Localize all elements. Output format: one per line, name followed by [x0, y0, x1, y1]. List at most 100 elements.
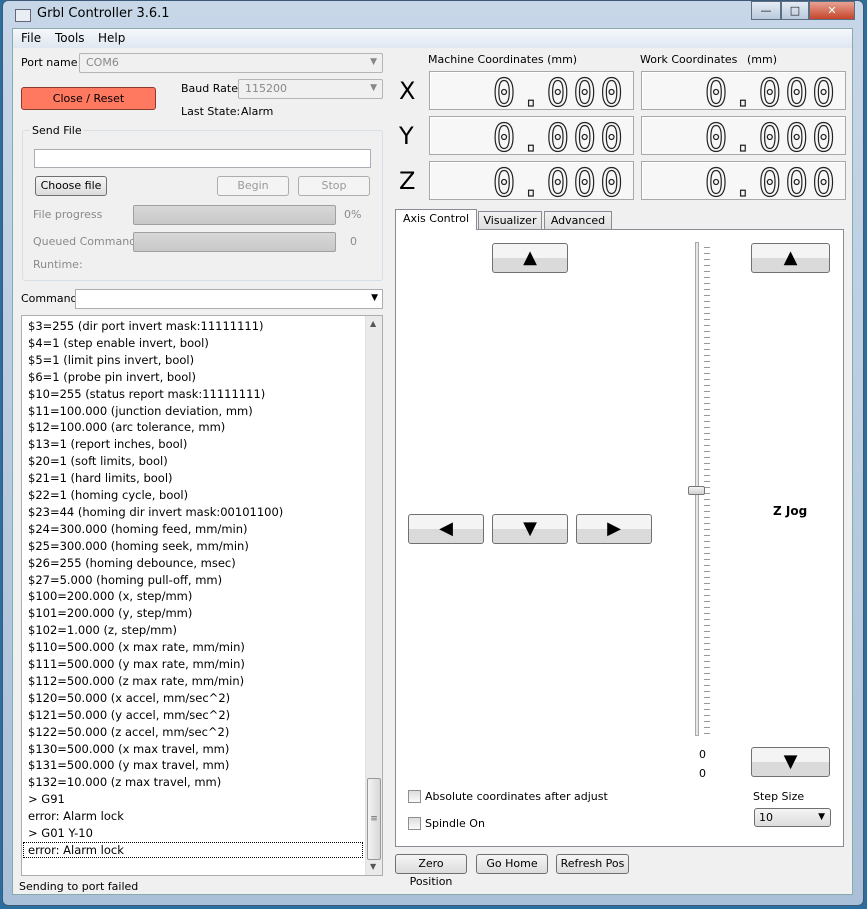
- console-line: $110=500.000 (x max rate, mm/min): [28, 640, 245, 655]
- console-line: $23=44 (homing dir invert mask:00101100): [28, 504, 284, 519]
- console-line: $5=1 (limit pins invert, bool): [28, 352, 195, 367]
- menu-tools[interactable]: Tools: [55, 31, 85, 45]
- jog-z-minus-button[interactable]: ▼: [751, 747, 830, 777]
- go-home-button[interactable]: Go Home: [476, 854, 548, 874]
- scroll-up-icon[interactable]: ▲: [370, 319, 376, 328]
- arrow-up-icon: ▲: [783, 247, 798, 268]
- minimize-button[interactable]: —: [751, 1, 781, 20]
- step-size-select[interactable]: 10 ▼: [754, 808, 831, 827]
- queued-commands-label: Queued Commands: [33, 235, 142, 248]
- work-coordinates-unit: (mm): [747, 53, 778, 66]
- console-output[interactable]: $3=255 (dir port invert mask:11111111) $4…: [21, 315, 383, 876]
- console-line: $6=1 (probe pin invert, bool): [28, 369, 196, 384]
- work-coordinate-value: 0.000: [704, 115, 839, 160]
- step-size-label: Step Size: [753, 790, 805, 803]
- zero-position-button[interactable]: Zero Position: [395, 854, 467, 888]
- send-file-title: Send File: [30, 124, 84, 137]
- app-icon: [15, 9, 31, 22]
- console-line: $4=1 (step enable invert, bool): [28, 335, 209, 350]
- jog-z-plus-button[interactable]: ▲: [751, 243, 830, 273]
- console-line: $100=200.000 (x, step/mm): [28, 589, 193, 604]
- baud-rate-select[interactable]: 115200 ▼: [238, 79, 383, 99]
- choose-file-button[interactable]: Choose file: [35, 176, 107, 196]
- menu-bar: File Tools Help: [13, 29, 852, 48]
- menu-file[interactable]: File: [21, 31, 41, 45]
- spindle-on-checkbox[interactable]: [408, 817, 421, 830]
- close-reset-button[interactable]: Close / Reset: [21, 87, 156, 110]
- console-line: $111=500.000 (y max rate, mm/min): [28, 657, 245, 671]
- console-line: $3=255 (dir port invert mask:11111111): [28, 319, 264, 333]
- z-slider-handle[interactable]: [688, 486, 705, 495]
- close-window-button[interactable]: ✕: [809, 1, 855, 20]
- arrow-up-icon: ▲: [523, 247, 537, 268]
- jog-y-plus-button[interactable]: ▲: [492, 243, 568, 273]
- file-path-input[interactable]: [34, 149, 371, 168]
- status-bar-text: Sending to port failed: [19, 880, 139, 893]
- machine-coordinate-display: 0.000: [429, 115, 634, 161]
- begin-button[interactable]: Begin: [217, 176, 289, 196]
- console-line: $11=100.000 (junction deviation, mm): [28, 403, 253, 418]
- console-line: $26=255 (homing debounce, msec): [28, 555, 236, 570]
- console-line: > G01 Y-10: [28, 826, 93, 840]
- file-progress-bar: [133, 205, 336, 225]
- z-jog-label: Z Jog: [773, 504, 808, 518]
- jog-x-minus-button[interactable]: ◀: [408, 514, 484, 544]
- absolute-coordinates-label: Absolute coordinates after adjust: [425, 790, 608, 803]
- port-name-label: Port name: [21, 56, 78, 69]
- file-progress-label: File progress: [33, 208, 103, 221]
- console-line: $24=300.000 (homing feed, mm/min): [28, 521, 248, 536]
- axis-label: Z: [399, 167, 416, 195]
- queued-commands-bar: [133, 232, 336, 252]
- scrollbar-thumb[interactable]: ≡: [367, 778, 381, 860]
- chevron-down-icon: ▼: [370, 83, 377, 93]
- work-coordinate-display: 0.000: [641, 160, 846, 206]
- baud-value: 115200: [245, 82, 287, 95]
- baud-rate-label: Baud Rate: [181, 82, 238, 95]
- console-scrollbar[interactable]: ▲ ≡ ▼: [365, 316, 382, 875]
- console-line: $130=500.000 (x max travel, mm): [28, 741, 230, 756]
- tab-visualizer[interactable]: Visualizer: [478, 211, 542, 230]
- command-input[interactable]: ▼: [75, 289, 383, 309]
- console-line: $12=100.000 (arc tolerance, mm): [28, 420, 226, 435]
- arrow-down-icon: ▼: [783, 751, 798, 772]
- slider-value-1: 0: [699, 748, 706, 761]
- console-line: $102=1.000 (z, step/mm): [28, 623, 177, 638]
- work-coordinate-display: 0.000: [641, 115, 846, 161]
- machine-coordinate-value: 0.000: [492, 160, 627, 205]
- console-line: $101=200.000 (y, step/mm): [28, 606, 193, 621]
- work-coordinates-label: Work Coordinates: [640, 53, 738, 66]
- port-select[interactable]: COM6 ▼: [79, 53, 383, 73]
- jog-y-minus-button[interactable]: ▼: [492, 514, 568, 544]
- arrow-left-icon: ◀: [439, 518, 453, 539]
- machine-coordinate-display: 0.000: [429, 160, 634, 206]
- refresh-pos-button[interactable]: Refresh Pos: [556, 854, 629, 874]
- arrow-right-icon: ▶: [607, 518, 621, 539]
- queued-commands-value: 0: [350, 235, 357, 248]
- machine-coordinate-value: 0.000: [492, 70, 627, 115]
- machine-coordinate-display: 0.000: [429, 70, 634, 116]
- client-area: File Tools Help Port name COM6 ▼ Close / …: [12, 28, 853, 895]
- absolute-coordinates-checkbox[interactable]: [408, 790, 421, 803]
- jog-x-plus-button[interactable]: ▶: [576, 514, 652, 544]
- axis-label: Y: [399, 122, 414, 150]
- command-label: Command: [21, 292, 78, 305]
- scroll-down-icon[interactable]: ▼: [370, 862, 376, 871]
- chevron-down-icon: ▼: [371, 293, 378, 303]
- window-title: Grbl Controller 3.6.1: [37, 6, 170, 21]
- port-value: COM6: [86, 56, 119, 69]
- console-line: $10=255 (status report mask:11111111): [28, 386, 266, 401]
- chevron-down-icon: ▼: [818, 812, 825, 822]
- console-line: $22=1 (homing cycle, bool): [28, 488, 189, 502]
- console-line: $25=300.000 (homing seek, mm/min): [28, 538, 249, 553]
- console-line: $112=500.000 (z max rate, mm/min): [28, 673, 245, 688]
- work-coordinate-value: 0.000: [704, 70, 839, 115]
- last-state-label: Last State:: [181, 105, 241, 118]
- slider-value-2: 0: [699, 767, 706, 780]
- stop-button[interactable]: Stop: [298, 176, 370, 196]
- console-line: $13=1 (report inches, bool): [28, 437, 188, 452]
- tab-axis-control[interactable]: Axis Control: [395, 209, 477, 230]
- console-line: error: Alarm lock: [28, 809, 124, 824]
- tab-advanced[interactable]: Advanced: [544, 211, 612, 230]
- menu-help[interactable]: Help: [98, 31, 125, 45]
- maximize-button[interactable]: □: [781, 1, 809, 20]
